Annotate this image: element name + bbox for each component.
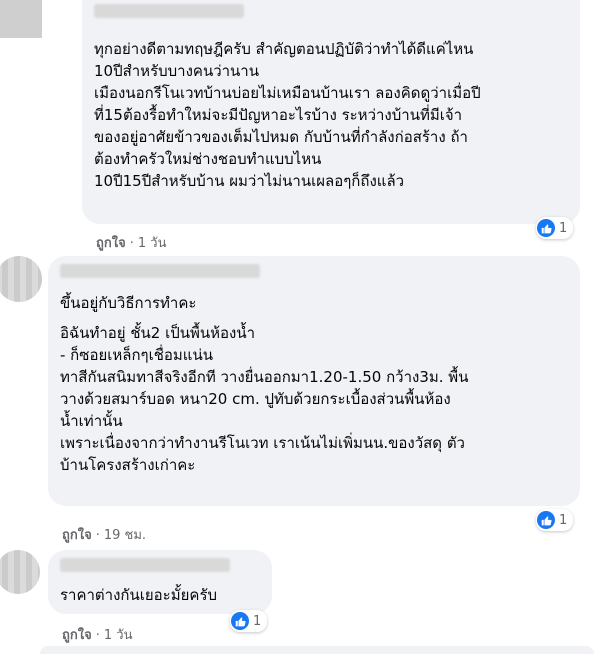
reaction-count-2[interactable]: 1	[536, 509, 574, 531]
commenter-name-blurred[interactable]	[94, 4, 244, 18]
comment-meta-3: ถูกใจ · 1 วัน	[62, 624, 132, 645]
comment-meta-1: ถูกใจ · 1 วัน	[96, 232, 166, 253]
meta-separator: ·	[95, 628, 100, 643]
thumbs-up-icon	[231, 612, 249, 630]
comment-timestamp[interactable]: 19 ชม.	[104, 528, 146, 543]
reaction-count-1[interactable]: 1	[536, 217, 574, 239]
like-button[interactable]: ถูกใจ	[96, 236, 126, 251]
thumbs-up-icon	[537, 511, 555, 529]
commenter-avatar[interactable]	[0, 256, 42, 302]
thumbs-up-icon	[537, 219, 555, 237]
commenter-name-blurred[interactable]	[60, 558, 230, 572]
meta-separator: ·	[95, 528, 100, 543]
comment-text-1: ทุกอย่างดีตามทฤษฎีครับ สำคัญตอนปฏิบัติว่…	[94, 40, 481, 190]
reaction-count-3[interactable]: 1	[230, 610, 268, 632]
comment-meta-2: ถูกใจ · 19 ชม.	[62, 524, 146, 545]
like-button[interactable]: ถูกใจ	[62, 628, 92, 643]
comment-text-2: ขึ้นอยู่กับวิธีการทำคะ อิฉันทำอยู่ ชั้น2…	[60, 294, 469, 474]
cropped-avatar-top	[0, 0, 42, 38]
comment-timestamp[interactable]: 1 วัน	[138, 236, 167, 251]
next-comment-bubble-partial	[40, 646, 594, 654]
comment-text-3: ราคาต่างกันเยอะมั้ยครับ	[60, 586, 218, 604]
commenter-avatar[interactable]	[0, 550, 40, 594]
commenter-name-blurred[interactable]	[60, 264, 260, 278]
like-button[interactable]: ถูกใจ	[62, 528, 92, 543]
reaction-count-label: 1	[559, 220, 568, 236]
meta-separator: ·	[129, 236, 134, 251]
reaction-count-label: 1	[253, 613, 262, 629]
reaction-count-label: 1	[559, 512, 568, 528]
comment-timestamp[interactable]: 1 วัน	[104, 628, 133, 643]
